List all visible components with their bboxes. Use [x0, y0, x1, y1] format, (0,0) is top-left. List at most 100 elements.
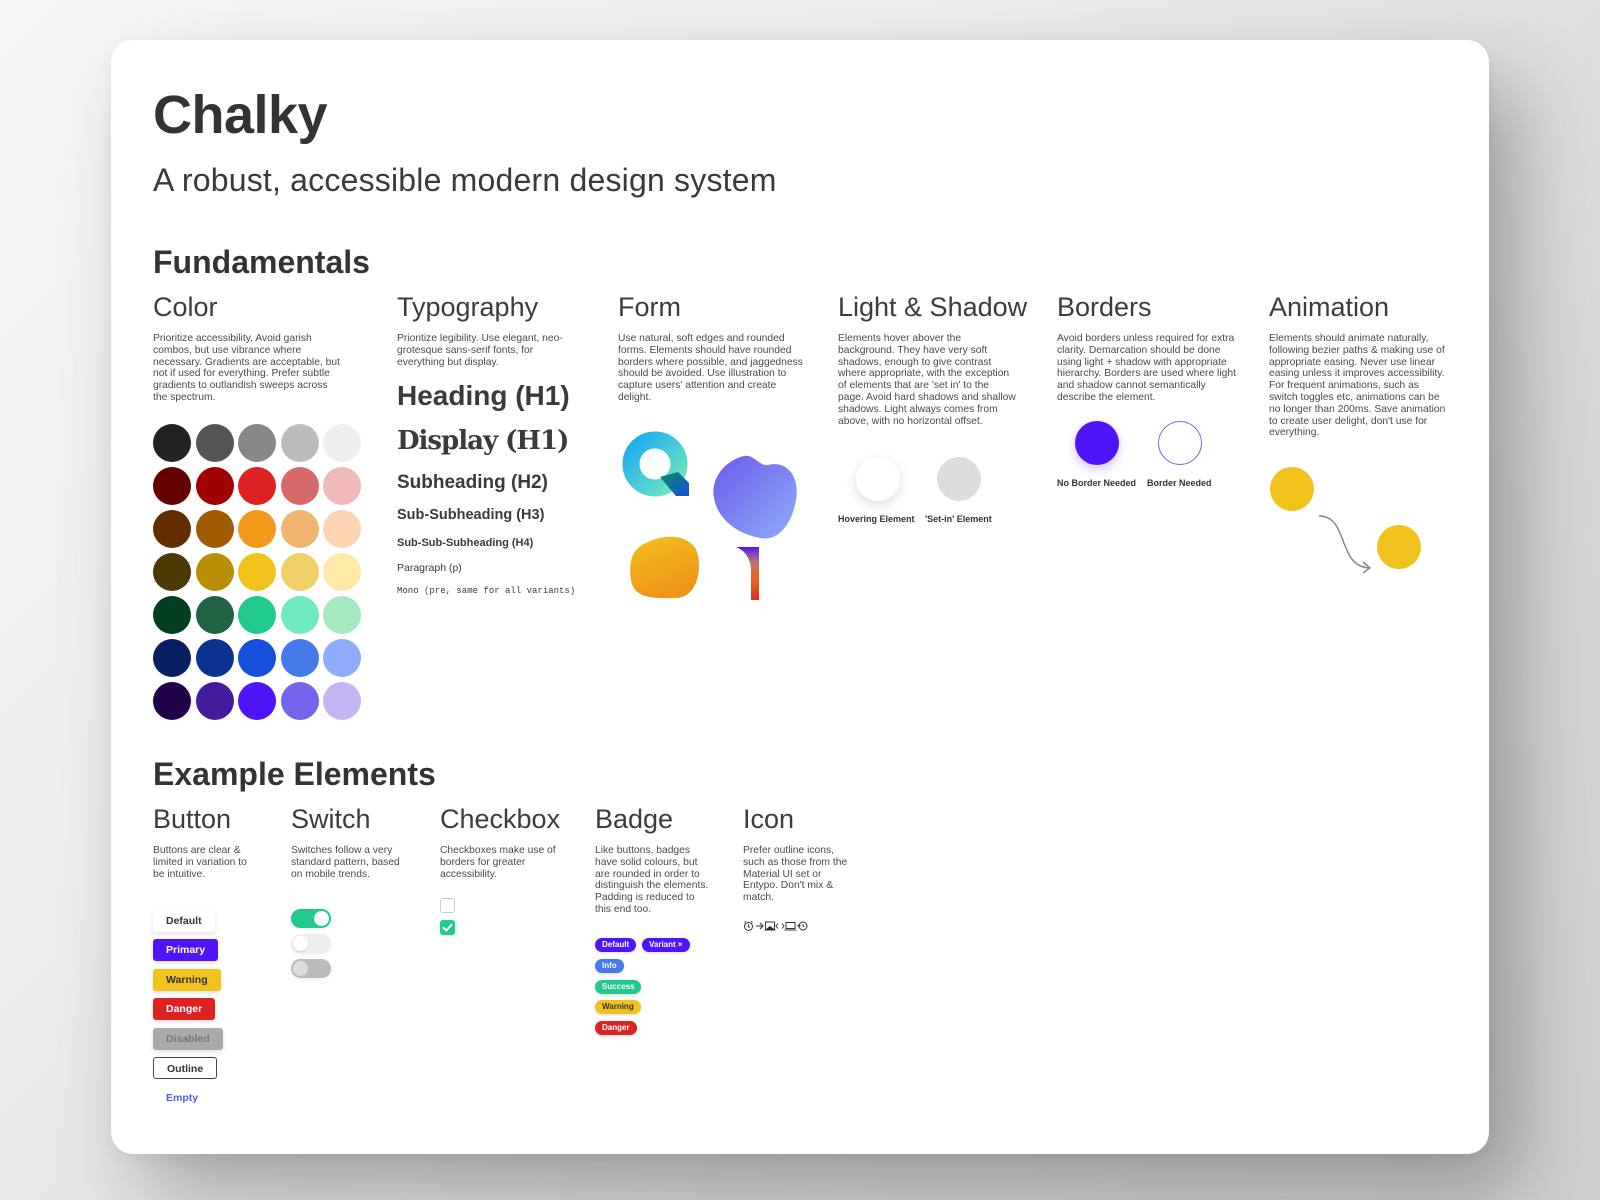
- switch-title: Switch: [291, 804, 371, 834]
- color-swatch: [280, 639, 319, 677]
- color-swatch: [280, 682, 319, 720]
- borders-description: Avoid borders unless required for extra …: [1057, 333, 1236, 403]
- variant-badge[interactable]: Variant ×: [642, 938, 690, 952]
- arrow-right-icon: [756, 922, 764, 930]
- icon-section: Icon Prefer outline icons, such as those…: [743, 804, 873, 904]
- color-swatch: [238, 596, 276, 634]
- switch-knob: [314, 911, 329, 926]
- color-description: Prioritize accessibility. Avoid garish c…: [153, 333, 340, 403]
- color-swatch: [280, 467, 319, 505]
- icon-description: Prefer outline icons, such as those from…: [743, 845, 848, 904]
- animation-bezier-path-icon: [1318, 515, 1370, 569]
- switch-off[interactable]: [291, 934, 331, 953]
- hovering-element-caption: Hovering Element: [838, 514, 915, 524]
- example-elements-heading: Example Elements: [153, 756, 436, 792]
- empty-button[interactable]: Empty: [153, 1087, 211, 1109]
- button-examples: Default Primary Warning Danger Disabled …: [153, 910, 273, 1120]
- gradient-one-shape: [736, 547, 759, 600]
- color-swatch: [195, 467, 234, 505]
- switch-disabled: [291, 959, 331, 978]
- color-swatch: [238, 467, 276, 505]
- color-swatch: [323, 553, 361, 591]
- icon-title: Icon: [743, 804, 795, 834]
- color-swatch: [195, 510, 234, 548]
- color-title: Color: [153, 292, 218, 322]
- form-description: Use natural, soft edges and rounded form…: [618, 333, 803, 403]
- checkbox-examples: [440, 898, 470, 938]
- checkbox-checked[interactable]: [440, 920, 455, 935]
- form-illustrations: [622, 431, 797, 600]
- color-palette: [153, 424, 363, 724]
- color-swatch: [153, 553, 191, 591]
- switch-examples: [291, 909, 341, 989]
- typography-section: Typography Prioritize legibility. Use el…: [397, 292, 597, 368]
- badge-section: Badge Like buttons, badges have solid co…: [595, 804, 725, 916]
- sample-heading-h1: Heading (H1): [397, 380, 570, 411]
- q-shape-icon: [622, 431, 689, 497]
- color-swatch: [323, 424, 361, 462]
- color-swatch: [195, 639, 234, 677]
- switch-knob: [293, 961, 308, 976]
- outline-button[interactable]: Outline: [153, 1057, 218, 1079]
- code-icon: [775, 923, 785, 929]
- warning-button[interactable]: Warning: [153, 969, 221, 991]
- primary-button[interactable]: Primary: [153, 939, 219, 961]
- image-icon: [764, 921, 776, 931]
- alarm-icon: [744, 920, 753, 931]
- form-section: Form Use natural, soft edges and rounded…: [618, 292, 808, 404]
- checkbox-title: Checkbox: [440, 804, 561, 834]
- color-swatch: [323, 510, 361, 548]
- switch-description: Switches follow a very standard pattern,…: [291, 845, 400, 880]
- animation-start-circle: [1270, 467, 1314, 511]
- typography-samples: Heading (H1) Display (H1) Subheading (H2…: [397, 380, 597, 660]
- color-swatch: [195, 424, 234, 462]
- color-swatch: [195, 596, 234, 634]
- button-description: Buttons are clear & limited in variation…: [153, 845, 247, 880]
- badge-title: Badge: [595, 804, 674, 834]
- color-swatch: [238, 553, 276, 591]
- default-button[interactable]: Default: [153, 910, 215, 932]
- color-swatch: [323, 682, 361, 720]
- no-border-caption: No Border Needed: [1057, 478, 1137, 488]
- default-badge: Default: [595, 938, 637, 952]
- page-subtitle: A robust, accessible modern design syste…: [153, 162, 777, 198]
- color-swatch: [280, 424, 319, 462]
- checkbox-unchecked[interactable]: [440, 898, 455, 913]
- fundamentals-heading: Fundamentals: [153, 244, 370, 280]
- color-swatch: [153, 639, 191, 677]
- borders-title: Borders: [1057, 292, 1152, 322]
- typography-description: Prioritize legibility. Use elegant, neo-…: [397, 333, 563, 368]
- color-swatch: [153, 596, 191, 634]
- animation-section: Animation Elements should animate natura…: [1269, 292, 1459, 439]
- color-swatch: [153, 424, 191, 462]
- checkmark-icon: [442, 923, 453, 932]
- laptop-icon: [784, 922, 797, 931]
- animation-end-circle: [1377, 525, 1421, 569]
- light-shadow-description: Elements hover abover the background. Th…: [838, 333, 1016, 427]
- switch-on[interactable]: [291, 909, 331, 928]
- set-in-element-caption: 'Set-in' Element: [925, 514, 992, 524]
- border-needed-caption: Border Needed: [1147, 478, 1212, 488]
- badge-description: Like buttons, badges have solid colours,…: [595, 845, 709, 915]
- color-swatch: [280, 510, 319, 548]
- color-swatch: [323, 639, 361, 677]
- color-swatch: [238, 510, 276, 548]
- color-swatch: [323, 467, 361, 505]
- disabled-button: Disabled: [153, 1028, 223, 1050]
- color-swatch: [153, 467, 191, 505]
- typography-title: Typography: [397, 292, 539, 322]
- no-border-circle: [1075, 421, 1119, 465]
- sample-subheading-h3: Sub-Subheading (H3): [397, 507, 545, 523]
- set-in-element-circle: [937, 457, 981, 501]
- close-icon[interactable]: ×: [678, 940, 683, 949]
- switch-knob: [293, 936, 308, 951]
- borders-section: Borders Avoid borders unless required fo…: [1057, 292, 1257, 404]
- light-shadow-title: Light & Shadow: [838, 292, 1028, 322]
- variant-badge-label: Variant: [649, 940, 676, 949]
- color-swatch: [238, 682, 276, 720]
- sample-paragraph: Paragraph (p): [397, 562, 462, 574]
- sample-subheading-h4: Sub-Sub-Subheading (H4): [397, 537, 534, 549]
- danger-badge: Danger: [595, 1021, 637, 1035]
- color-swatch: [238, 424, 276, 462]
- danger-button[interactable]: Danger: [153, 998, 216, 1020]
